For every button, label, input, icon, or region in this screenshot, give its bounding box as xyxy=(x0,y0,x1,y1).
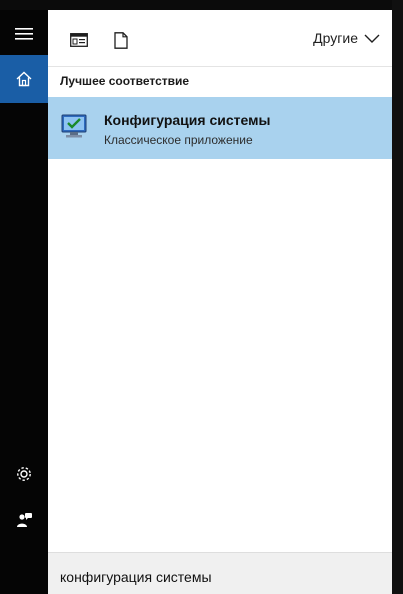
search-box[interactable]: конфигурация системы xyxy=(48,552,392,594)
settings-button[interactable] xyxy=(0,450,48,498)
best-match-heading: Лучшее соответствие xyxy=(60,74,190,88)
desktop-edge xyxy=(392,0,403,594)
documents-filter-icon xyxy=(114,31,128,49)
search-results-panel: Другие Лучшее соответствие Конфигурация … xyxy=(48,10,392,594)
hamburger-menu-button[interactable] xyxy=(0,10,48,58)
system-configuration-app-icon xyxy=(61,114,87,138)
result-title: Конфигурация системы xyxy=(104,112,271,128)
home-button[interactable] xyxy=(0,55,48,103)
filter-toolbar: Другие xyxy=(48,10,392,67)
search-input[interactable]: конфигурация системы xyxy=(60,569,212,585)
gear-icon xyxy=(17,467,31,481)
apps-filter-button[interactable] xyxy=(68,30,90,50)
feedback-button[interactable] xyxy=(0,496,48,544)
others-label: Другие xyxy=(313,30,358,46)
result-subtitle: Классическое приложение xyxy=(104,133,253,147)
home-icon xyxy=(16,71,32,87)
chevron-down-icon xyxy=(364,34,380,43)
apps-filter-icon xyxy=(70,33,88,47)
hamburger-menu-icon xyxy=(15,28,33,40)
start-search-window: Другие Лучшее соответствие Конфигурация … xyxy=(0,0,403,594)
others-dropdown[interactable]: Другие xyxy=(313,30,380,46)
documents-filter-button[interactable] xyxy=(110,30,132,50)
feedback-icon xyxy=(17,513,32,527)
best-match-result[interactable]: Конфигурация системы Классическое прилож… xyxy=(48,97,392,159)
